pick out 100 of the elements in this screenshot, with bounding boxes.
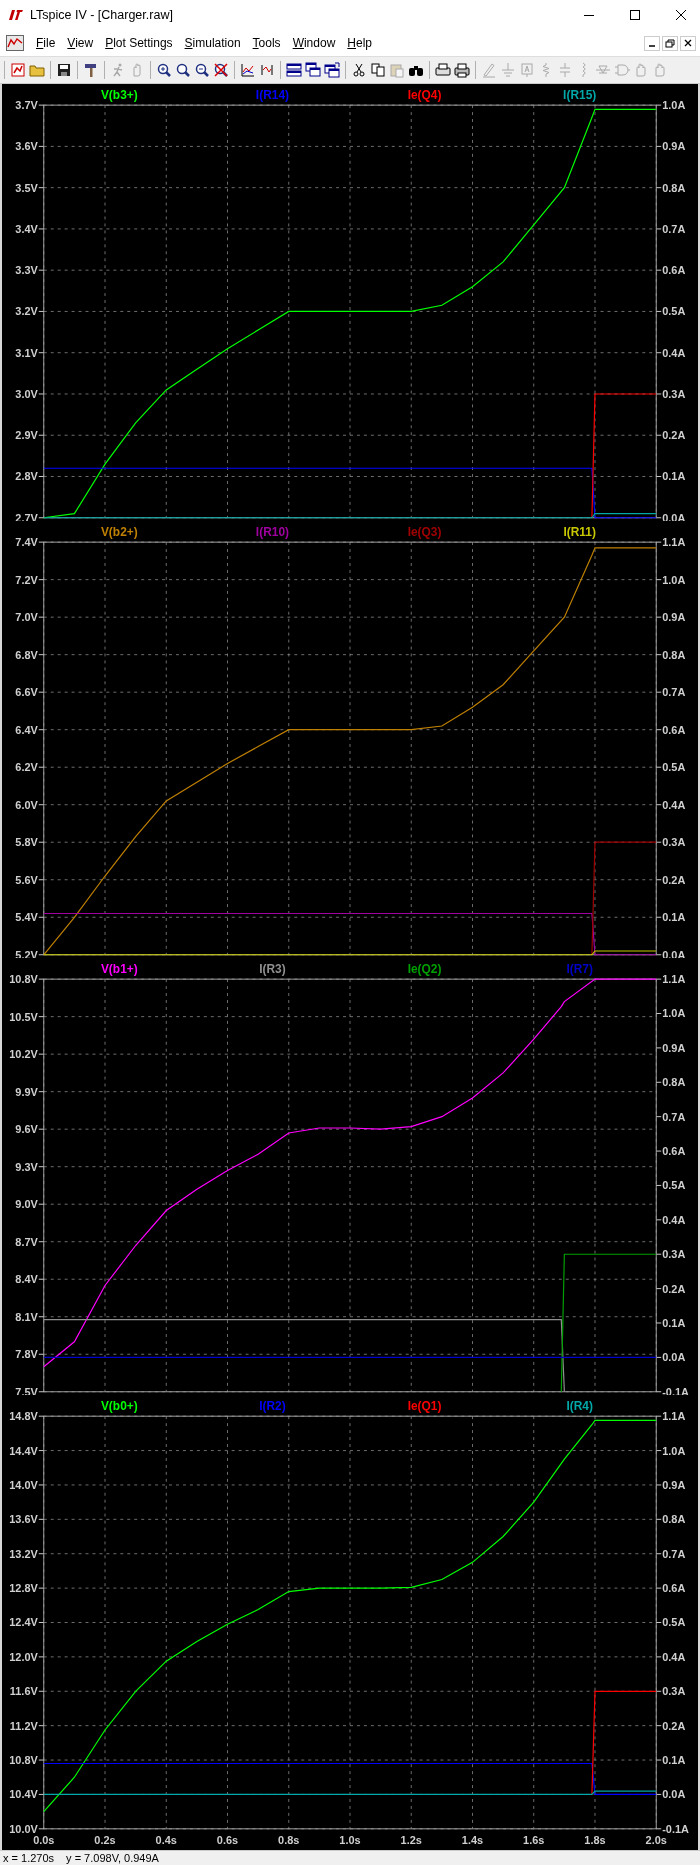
axis-label: 0.0A — [655, 1788, 686, 1801]
y-tick-label: 7.4V — [15, 536, 39, 549]
axis-label: 8.4V — [15, 1273, 45, 1286]
axis-label: 0.9A — [655, 1041, 686, 1054]
axis-label: 3.5V — [15, 181, 45, 194]
zoom-in-icon[interactable] — [156, 62, 172, 78]
axis-label: 3.3V — [15, 264, 45, 277]
y-tick-label: 5.4V — [15, 911, 39, 924]
axis-label: 0.8A — [655, 1513, 686, 1526]
trace-label[interactable]: Ie(Q2) — [407, 962, 442, 977]
trace-label[interactable]: V(b3+) — [100, 88, 138, 103]
y2-tick-label: 1.0A — [662, 573, 686, 586]
y-tick-label: 7.0V — [15, 611, 39, 624]
arrange-windows-icon[interactable] — [324, 62, 340, 78]
y2-tick-label: 0.0A — [662, 1351, 686, 1364]
y-tick-label: 6.2V — [15, 761, 39, 774]
axis-label: 8.1V — [15, 1310, 45, 1323]
menu-item[interactable]: View — [61, 36, 100, 50]
axis-label: 3.4V — [15, 222, 45, 235]
y2-tick-label: 0.3A — [662, 1248, 686, 1261]
trace-label[interactable]: Ie(Q4) — [407, 88, 442, 103]
trace-label[interactable]: I(R3) — [259, 962, 286, 977]
y2-tick-label: 0.9A — [662, 611, 686, 624]
close-icon[interactable] — [676, 10, 686, 20]
y2-tick-label: 0.8A — [662, 1513, 686, 1526]
y-tick-label: 12.4V — [9, 1616, 39, 1629]
menu-item[interactable]: File — [30, 36, 62, 50]
floppy-icon[interactable] — [56, 62, 72, 78]
copy-icon[interactable] — [370, 62, 386, 78]
y2-tick-label: 0.1A — [662, 470, 686, 483]
y-tick-label: 2.7V — [15, 511, 39, 524]
y-tick-label: 2.9V — [15, 429, 39, 442]
hammer-icon[interactable] — [83, 62, 99, 78]
chart-icon[interactable] — [10, 62, 26, 78]
y-tick-label: 7.2V — [15, 573, 39, 586]
y2-tick-label: 0.8A — [662, 648, 686, 661]
axis-label: 10.8V — [9, 973, 45, 986]
minimize-icon[interactable] — [644, 35, 660, 51]
y2-tick-label: 0.1A — [662, 911, 686, 924]
y-tick-label: 2.8V — [15, 470, 39, 483]
scissors-icon[interactable] — [351, 62, 367, 78]
axis-label: 10.0V — [9, 1822, 45, 1835]
y-tick-label: 10.4V — [9, 1788, 39, 1801]
y-tick-label: 3.2V — [15, 305, 39, 318]
trace-label[interactable]: V(b2+) — [100, 525, 138, 540]
folder-icon[interactable] — [29, 62, 45, 78]
menu-item[interactable]: Tools — [246, 36, 287, 50]
y-tick-label: 3.1V — [15, 346, 39, 359]
axis-label: 1.0A — [655, 573, 686, 586]
axis-label: 0.2A — [655, 429, 686, 442]
zoom-out-icon[interactable] — [194, 62, 210, 78]
maximize-icon[interactable] — [630, 10, 640, 20]
magnifier-icon[interactable] — [175, 62, 191, 78]
axis-label: 0.0A — [655, 948, 686, 958]
y-tick-label: 10.8V — [9, 973, 39, 986]
y-tick-label: 10.2V — [9, 1048, 39, 1061]
axis-label: 3.1V — [15, 346, 45, 359]
restore-icon[interactable] — [662, 35, 678, 51]
axis-label: 0.7A — [655, 686, 686, 699]
trace-label[interactable]: I(R15) — [563, 88, 597, 103]
y-tick-label: 10.8V — [9, 1754, 39, 1767]
axis-label: 5.6V — [15, 873, 45, 886]
trace-label[interactable]: Ie(Q1) — [407, 1399, 442, 1414]
y-tick-label: 14.8V — [9, 1410, 39, 1423]
print-preview-icon[interactable] — [435, 62, 451, 78]
trace-label[interactable]: V(b0+) — [100, 1399, 138, 1414]
trace-label[interactable]: V(b1+) — [100, 962, 138, 977]
menu-item[interactable]: Plot Settings — [99, 36, 179, 50]
y2-tick-label: 0.0A — [662, 1788, 686, 1801]
y-tick-label: 9.3V — [15, 1160, 39, 1173]
axis-label: 3.6V — [15, 140, 45, 153]
axis-label: 7.0V — [15, 611, 45, 624]
tile-windows-icon[interactable] — [286, 62, 302, 78]
cascade-windows-icon[interactable] — [305, 62, 321, 78]
axis-label: 0.8A — [655, 1076, 686, 1089]
axis-label: 2.9V — [15, 429, 45, 442]
y2-tick-label: 0.4A — [662, 1213, 686, 1226]
axis-label: 0.5A — [655, 761, 686, 774]
menu-item[interactable]: Help — [341, 36, 378, 50]
y-tick-label: 14.0V — [9, 1478, 39, 1491]
printer-icon[interactable] — [454, 62, 470, 78]
magnifier-cross-icon[interactable] — [213, 62, 229, 78]
y2-tick-label: 0.3A — [662, 387, 686, 400]
cursor-plot-icon[interactable] — [259, 62, 275, 78]
axis-label: 3.2V — [15, 305, 45, 318]
waveform-doc-icon[interactable] — [6, 35, 24, 51]
menu-item[interactable]: Window — [286, 36, 342, 50]
y-tick-label: 3.5V — [15, 181, 39, 194]
axis-label: 0.9A — [655, 611, 686, 624]
y-tick-label: 5.6V — [15, 873, 39, 886]
axis-label: 9.9V — [15, 1085, 45, 1098]
y2-tick-label: 0.2A — [662, 1719, 686, 1732]
axis-label: 0.6A — [655, 1582, 686, 1595]
menu-item[interactable]: Simulation — [178, 36, 247, 50]
plot-lines-icon[interactable] — [240, 62, 256, 78]
axis-label: 0.8s — [278, 1833, 300, 1846]
axis-label: 3.0V — [15, 387, 45, 400]
y2-tick-label: 0.8A — [662, 1076, 686, 1089]
trace-label[interactable]: I(R4) — [566, 1399, 593, 1414]
trace-label[interactable]: I(R11) — [563, 525, 596, 540]
